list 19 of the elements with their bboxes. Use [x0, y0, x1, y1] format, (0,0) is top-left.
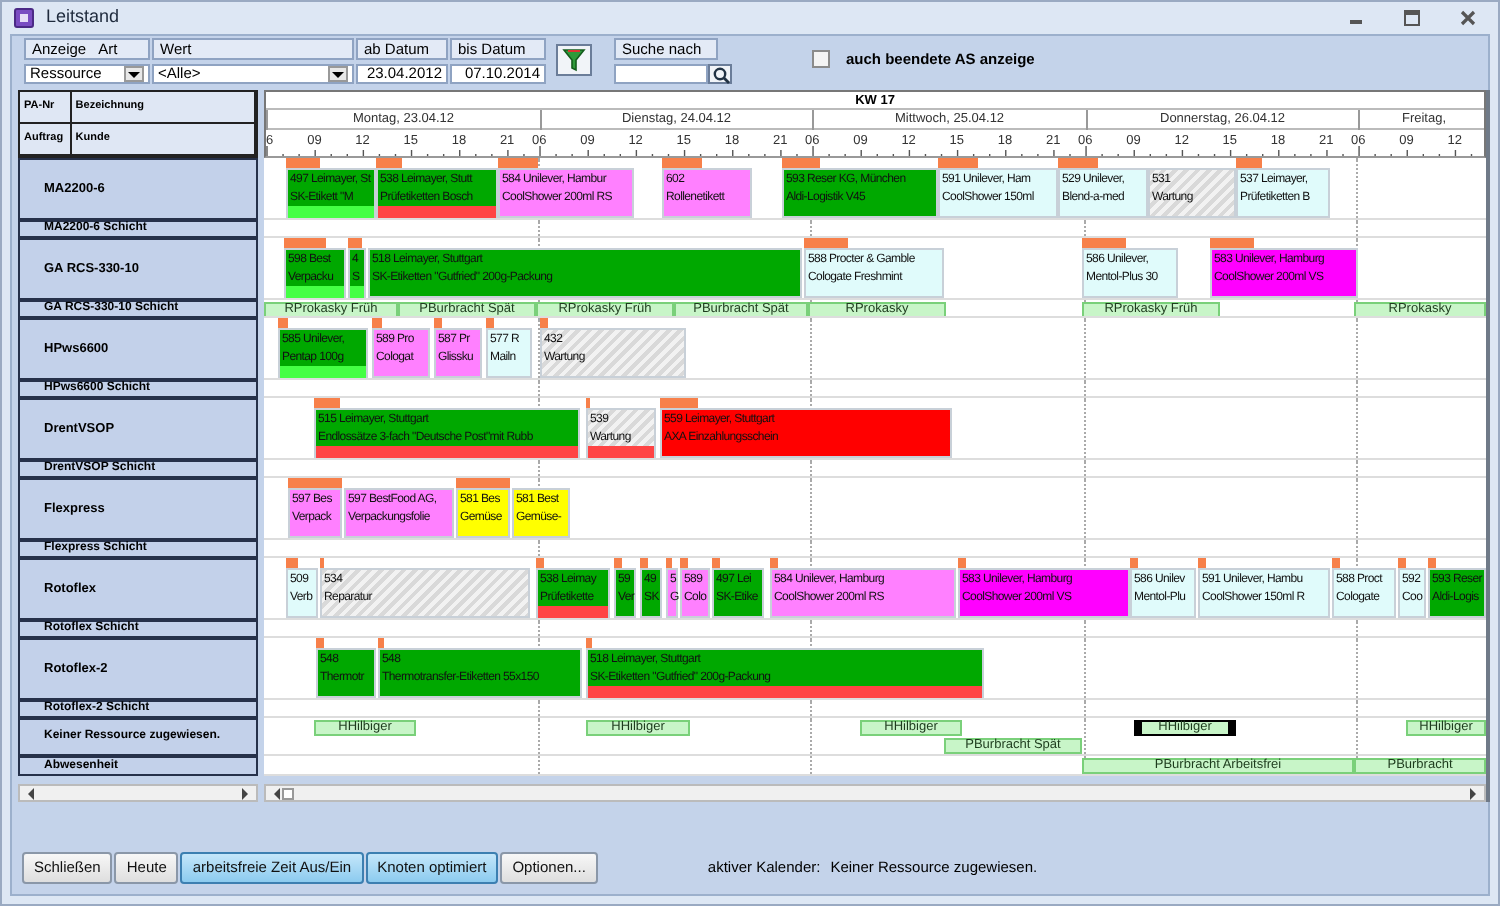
close-icon — [1458, 8, 1478, 28]
search-icon — [711, 65, 729, 83]
caret-icon — [126, 68, 142, 80]
maximize-icon — [1402, 8, 1422, 28]
checkbox[interactable] — [812, 50, 830, 69]
caret-icon — [330, 68, 346, 80]
scroll-left-icon[interactable] — [270, 785, 284, 801]
funnel-icon — [562, 48, 586, 72]
app-icon — [14, 8, 34, 28]
search-button[interactable] — [708, 64, 732, 84]
filter-button[interactable] — [556, 44, 592, 76]
scroll-left-icon[interactable] — [24, 785, 38, 801]
scroll-right-icon[interactable] — [1466, 785, 1480, 801]
scroll-right-icon[interactable] — [238, 785, 252, 801]
horizontal-scrollbar[interactable] — [264, 784, 1486, 802]
horizontal-scrollbar[interactable] — [18, 784, 258, 802]
search-field[interactable] — [614, 64, 708, 84]
scroll-thumb[interactable] — [282, 788, 294, 800]
window-title: Leitstand — [46, 4, 120, 31]
